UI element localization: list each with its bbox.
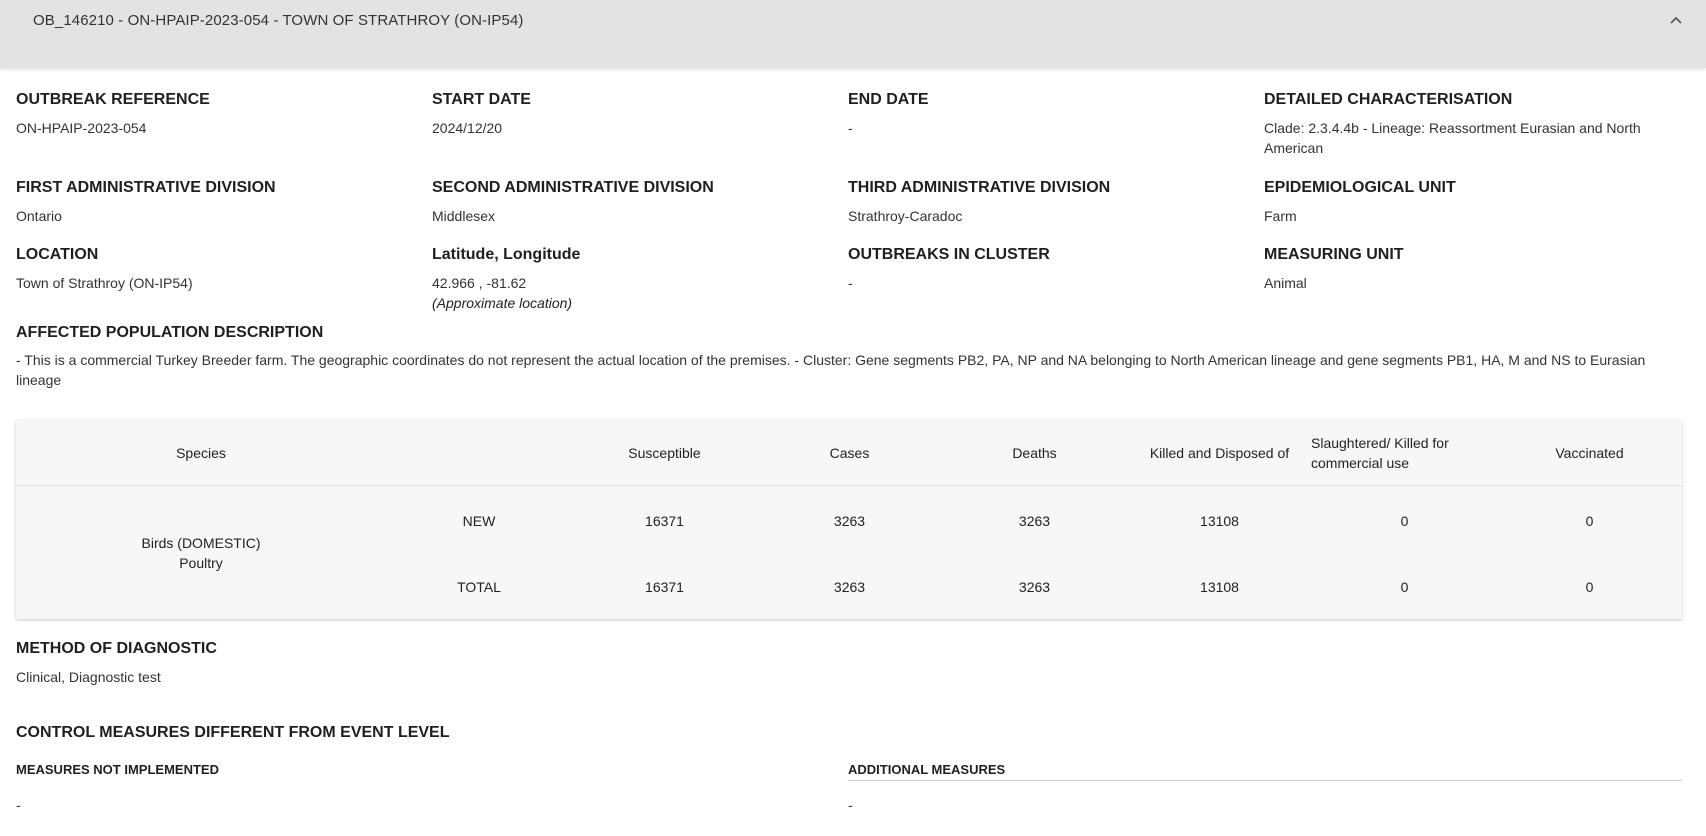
field-epi-unit: EPIDEMIOLOGICAL UNIT Farm — [1264, 178, 1684, 226]
cell-killed: 13108 — [1200, 579, 1239, 595]
field-label: END DATE — [848, 91, 929, 108]
field-value: Middlesex — [432, 208, 496, 224]
col-species: Species — [176, 445, 226, 461]
col-susceptible: Susceptible — [628, 445, 701, 461]
field-third-admin: THIRD ADMINISTRATIVE DIVISION Strathroy-… — [848, 178, 1248, 226]
cell-slaughtered: 0 — [1400, 579, 1409, 595]
col-vaccinated: Vaccinated — [1555, 445, 1624, 461]
cell-killed: 13108 — [1200, 513, 1239, 529]
field-label: OUTBREAKS IN CLUSTER — [848, 246, 1050, 263]
field-value: - — [848, 120, 853, 136]
field-lat-long: Latitude, Longitude 42.966 , -81.62 (App… — [432, 245, 832, 313]
field-value: Strathroy-Caradoc — [848, 208, 963, 224]
cell-vaccinated: 0 — [1585, 579, 1594, 595]
outbreak-header[interactable]: OB_146210 - ON-HPAIP-2023-054 - TOWN OF … — [0, 0, 1706, 68]
cell-susceptible: 16371 — [645, 579, 684, 595]
control-measures-title: CONTROL MEASURES DIFFERENT FROM EVENT LE… — [16, 724, 450, 741]
field-value: Animal — [1264, 275, 1307, 291]
species-table: Species Susceptible Cases Deaths Killed … — [16, 420, 1682, 619]
col-deaths: Deaths — [1012, 445, 1057, 461]
row-kind: NEW — [462, 513, 496, 529]
col-slaughtered: Slaughtered/ Killed for commercial use — [1311, 435, 1449, 471]
field-label: SECOND ADMINISTRATIVE DIVISION — [432, 179, 714, 196]
measures-not-implemented-label: MEASURES NOT IMPLEMENTED — [16, 762, 219, 777]
field-end-date: END DATE - — [848, 90, 1248, 138]
field-value: Clinical, Diagnostic test — [16, 669, 161, 685]
field-label: DETAILED CHARACTERISATION — [1264, 91, 1513, 108]
cell-cases: 3263 — [833, 579, 866, 595]
cell-slaughtered: 0 — [1400, 513, 1409, 529]
field-first-admin: FIRST ADMINISTRATIVE DIVISION Ontario — [16, 178, 416, 226]
field-label: EPIDEMIOLOGICAL UNIT — [1264, 179, 1456, 196]
approximate-location-note: (Approximate location) — [432, 295, 573, 311]
field-value: 42.966 , -81.62 — [432, 275, 527, 291]
field-location: LOCATION Town of Strathroy (ON-IP54) — [16, 245, 416, 293]
field-label: LOCATION — [16, 246, 99, 263]
col-cases: Cases — [829, 445, 870, 461]
species-cell: Birds (DOMESTIC) Poultry — [16, 533, 386, 573]
divider — [848, 780, 1682, 781]
field-label: AFFECTED POPULATION DESCRIPTION — [16, 324, 324, 341]
field-second-admin: SECOND ADMINISTRATIVE DIVISION Middlesex — [432, 178, 832, 226]
chevron-up-icon[interactable] — [1667, 11, 1685, 29]
field-method-of-diagnostic: METHOD OF DIAGNOSTIC Clinical, Diagnosti… — [16, 639, 616, 687]
additional-measures-label: ADDITIONAL MEASURES — [848, 762, 1006, 777]
affected-population-heading: AFFECTED POPULATION DESCRIPTION — [16, 323, 616, 343]
field-label: Latitude, Longitude — [432, 246, 581, 263]
measures-not-implemented-value: - — [16, 797, 21, 813]
field-value: Ontario — [16, 208, 62, 224]
field-value: Clade: 2.3.4.4b - Lineage: Reassortment … — [1264, 120, 1641, 156]
field-outbreak-reference: OUTBREAK REFERENCE ON-HPAIP-2023-054 — [16, 90, 416, 138]
outbreak-title: OB_146210 - ON-HPAIP-2023-054 - TOWN OF … — [33, 12, 524, 29]
field-label: MEASURING UNIT — [1264, 246, 1404, 263]
field-value: Town of Strathroy (ON-IP54) — [16, 275, 193, 291]
field-value: ON-HPAIP-2023-054 — [16, 120, 147, 136]
species-name: Birds (DOMESTIC) — [141, 535, 261, 551]
row-kind: TOTAL — [457, 579, 501, 595]
field-label: FIRST ADMINISTRATIVE DIVISION — [16, 179, 276, 196]
field-measuring-unit: MEASURING UNIT Animal — [1264, 245, 1684, 293]
cell-deaths: 3263 — [1018, 513, 1051, 529]
species-subtype: Poultry — [179, 555, 223, 571]
field-detailed-characterisation: DETAILED CHARACTERISATION Clade: 2.3.4.4… — [1264, 90, 1684, 158]
field-start-date: START DATE 2024/12/20 — [432, 90, 832, 138]
col-killed: Killed and Disposed of — [1149, 445, 1290, 461]
field-value: 2024/12/20 — [432, 120, 503, 136]
cell-cases: 3263 — [833, 513, 866, 529]
field-label: THIRD ADMINISTRATIVE DIVISION — [848, 179, 1111, 196]
field-value: Farm — [1264, 208, 1297, 224]
field-label: OUTBREAK REFERENCE — [16, 91, 210, 108]
cell-vaccinated: 0 — [1585, 513, 1594, 529]
affected-population-description: - This is a commercial Turkey Breeder fa… — [16, 352, 1646, 388]
cell-deaths: 3263 — [1018, 579, 1051, 595]
cell-susceptible: 16371 — [645, 513, 684, 529]
field-value: - — [848, 275, 853, 291]
additional-measures-value: - — [848, 797, 853, 813]
field-label: METHOD OF DIAGNOSTIC — [16, 640, 217, 657]
field-outbreaks-in-cluster: OUTBREAKS IN CLUSTER - — [848, 245, 1248, 293]
table-header: Species Susceptible Cases Deaths Killed … — [16, 420, 1682, 486]
field-label: START DATE — [432, 91, 531, 108]
